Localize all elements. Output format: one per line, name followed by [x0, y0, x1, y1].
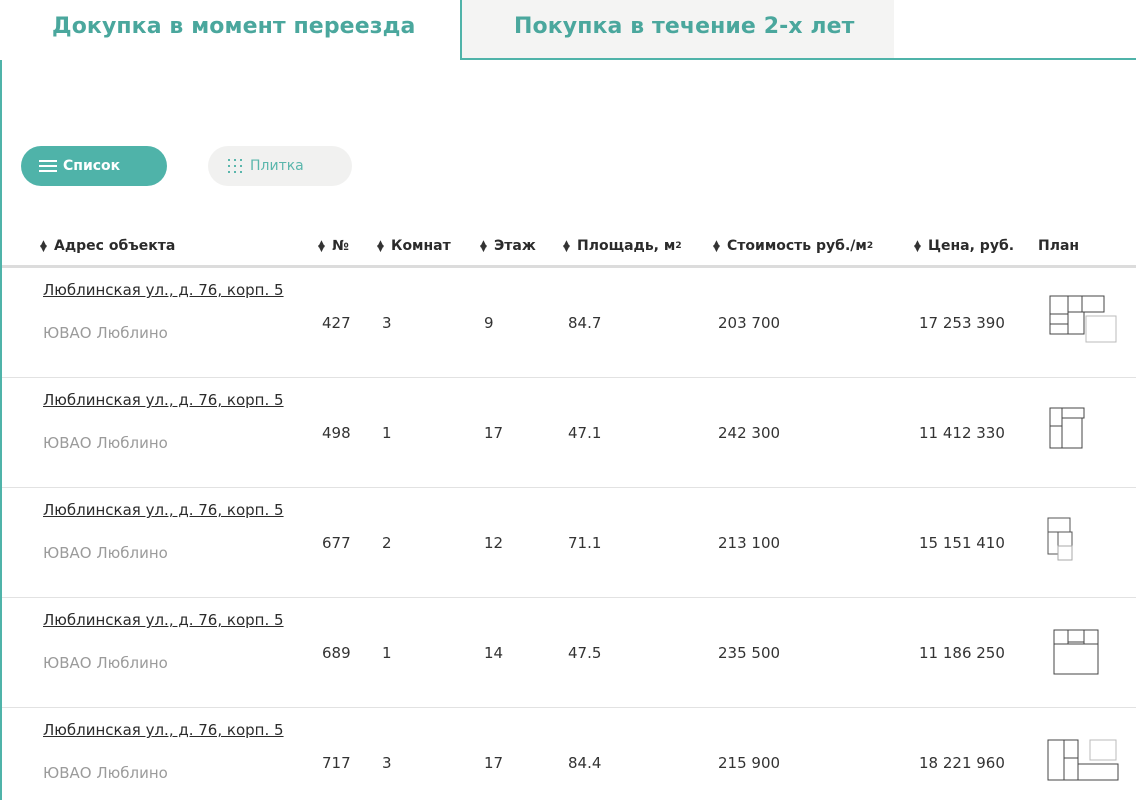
header-label: План [1038, 238, 1080, 254]
rooms-count: 1 [382, 644, 392, 662]
sort-icon: ▲ ▼ [318, 239, 325, 254]
floor-number: 17 [484, 754, 504, 772]
header-area[interactable]: ▲ ▼ Площадь, м2 [563, 238, 682, 254]
header-label: Цена, руб. [928, 238, 1015, 254]
tab-underline [462, 58, 1136, 60]
header-label: Этаж [494, 238, 536, 254]
price-value: 11 186 250 [919, 644, 1005, 662]
price-per-m2: 242 300 [718, 424, 781, 442]
list-view-button[interactable]: Список [21, 146, 167, 186]
apartment-number: 677 [322, 534, 351, 552]
header-plan: План [1038, 238, 1079, 254]
price-per-m2: 203 700 [718, 314, 781, 332]
floor-plan-thumbnail[interactable] [1036, 726, 1122, 790]
header-price[interactable]: ▲ ▼ Цена, руб. [914, 238, 1014, 254]
table-row[interactable]: Люблинская ул., д. 76, корп. 5 ЮВАО Любл… [2, 488, 1136, 598]
price-value: 17 253 390 [919, 314, 1005, 332]
district-label: ЮВАО Люблино [43, 544, 168, 562]
floor-plan-thumbnail[interactable] [1036, 396, 1122, 460]
table-row[interactable]: Люблинская ул., д. 76, корп. 5 ЮВАО Любл… [2, 378, 1136, 488]
area-value: 84.7 [568, 314, 602, 332]
floor-number: 12 [484, 534, 504, 552]
price-value: 15 151 410 [919, 534, 1005, 552]
address-link[interactable]: Люблинская ул., д. 76, корп. 5 [43, 721, 284, 739]
rooms-count: 3 [382, 754, 392, 772]
apartment-number: 689 [322, 644, 351, 662]
district-label: ЮВАО Люблино [43, 764, 168, 782]
table-row[interactable]: Люблинская ул., д. 76, корп. 5 ЮВАО Любл… [2, 598, 1136, 708]
sort-icon: ▲ ▼ [40, 239, 47, 254]
header-price-per-m2[interactable]: ▲ ▼ Стоимость руб./м 2 [713, 238, 873, 254]
tile-view-button[interactable]: Плитка [208, 146, 352, 186]
floor-plan-thumbnail[interactable] [1036, 286, 1122, 350]
rooms-count: 2 [382, 534, 392, 552]
price-per-m2: 215 900 [718, 754, 781, 772]
address-link[interactable]: Люблинская ул., д. 76, корп. 5 [43, 281, 284, 299]
list-icon [39, 160, 57, 172]
tab-label: Докупка в момент переезда [52, 14, 416, 39]
price-value: 11 412 330 [919, 424, 1005, 442]
floor-plan-thumbnail[interactable] [1036, 616, 1122, 680]
district-label: ЮВАО Люблино [43, 434, 168, 452]
sort-icon: ▲ ▼ [480, 239, 487, 254]
sort-icon: ▲ ▼ [563, 239, 570, 254]
floor-number: 9 [484, 314, 494, 332]
header-label: Адрес объекта [54, 238, 176, 254]
tab-purchase-on-move[interactable]: Докупка в момент переезда [0, 0, 462, 60]
tab-bar: Докупка в момент переезда Покупка в тече… [0, 0, 1136, 60]
table-header: ▲ ▼ Адрес объекта ▲ ▼ № ▲ ▼ Комнат ▲ ▼ Этаж … [0, 238, 1136, 266]
header-rooms[interactable]: ▲ ▼ Комнат [377, 238, 451, 254]
table-row[interactable]: Люблинская ул., д. 76, корп. 5 ЮВАО Любл… [2, 268, 1136, 378]
area-value: 47.5 [568, 644, 602, 662]
address-link[interactable]: Люблинская ул., д. 76, корп. 5 [43, 501, 284, 519]
apartment-number: 717 [322, 754, 351, 772]
tab-purchase-within-2-years[interactable]: Покупка в течение 2-х лет [462, 0, 894, 58]
table-row[interactable]: Люблинская ул., д. 76, корп. 5 ЮВАО Любл… [2, 708, 1136, 800]
area-value: 84.4 [568, 754, 602, 772]
area-value: 47.1 [568, 424, 602, 442]
header-label: Стоимость руб./м [727, 238, 867, 254]
grid-dots-icon [228, 159, 242, 173]
area-value: 71.1 [568, 534, 602, 552]
header-floor[interactable]: ▲ ▼ Этаж [480, 238, 536, 254]
price-per-m2: 213 100 [718, 534, 781, 552]
list-view-label: Список [63, 158, 121, 174]
tile-view-label: Плитка [250, 158, 304, 174]
address-link[interactable]: Люблинская ул., д. 76, корп. 5 [43, 391, 284, 409]
header-address[interactable]: ▲ ▼ Адрес объекта [40, 238, 175, 254]
address-link[interactable]: Люблинская ул., д. 76, корп. 5 [43, 611, 284, 629]
price-value: 18 221 960 [919, 754, 1005, 772]
rooms-count: 1 [382, 424, 392, 442]
sort-icon: ▲ ▼ [713, 239, 720, 254]
apartment-number: 427 [322, 314, 351, 332]
header-label: Площадь, м [577, 238, 676, 254]
floor-number: 17 [484, 424, 504, 442]
header-superscript: 2 [866, 241, 874, 251]
header-superscript: 2 [675, 241, 682, 251]
header-label: № [332, 238, 349, 254]
tab-label: Покупка в течение 2-х лет [514, 14, 855, 39]
sort-icon: ▲ ▼ [914, 239, 921, 254]
district-label: ЮВАО Люблино [43, 654, 168, 672]
district-label: ЮВАО Люблино [43, 324, 168, 342]
price-per-m2: 235 500 [718, 644, 781, 662]
rooms-count: 3 [382, 314, 392, 332]
sort-icon: ▲ ▼ [377, 239, 384, 254]
header-number[interactable]: ▲ ▼ № [318, 238, 349, 254]
apartment-number: 498 [322, 424, 351, 442]
floor-plan-thumbnail[interactable] [1036, 506, 1122, 570]
floor-number: 14 [484, 644, 504, 662]
header-label: Комнат [391, 238, 451, 254]
